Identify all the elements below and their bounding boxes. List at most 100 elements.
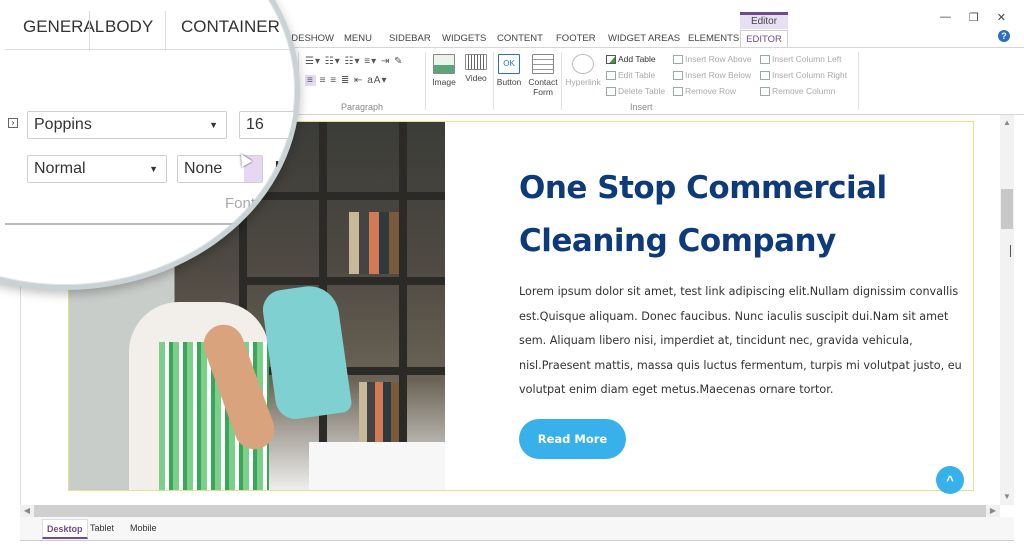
window-controls: — ❐ ✕ [940,11,1006,24]
chevron-down-icon: ▼ [209,120,218,130]
insert-image-label: Image [432,77,456,87]
remove-row-button[interactable]: Remove Row [673,86,736,96]
remove-column-button[interactable]: Remove Column [760,86,835,96]
add-table-button[interactable]: Add Table [606,54,656,64]
cursor-marker [1010,245,1011,257]
insert-hyperlink-button[interactable]: Hyperlink [563,54,603,87]
divider [561,52,562,110]
device-tab-desktop[interactable]: Desktop [42,519,88,539]
tab-editor[interactable]: EDITOR [740,30,788,47]
tab-widgets[interactable]: WIDGETS [442,30,486,47]
tab-footer[interactable]: FOOTER [556,30,596,47]
magnified-font-panel: GENERAL BODY CONTAINER Poppins ▼ 16 Norm… [5,5,295,285]
insert-contact-form-label: Contact Form [528,77,558,97]
device-tabs: Desktop Tablet Mobile [20,517,1014,541]
add-table-icon [606,54,616,64]
close-icon[interactable]: ✕ [997,11,1006,24]
font-weight-value: Normal [34,160,86,177]
read-more-button[interactable]: Read More [519,418,626,459]
magnifier-lens: GENERAL BODY CONTAINER Poppins ▼ 16 Norm… [0,0,300,290]
style-tab-body[interactable]: BODY [105,17,153,37]
tab-content[interactable]: CONTENT [497,30,543,47]
remove-row-icon [673,86,683,96]
device-tab-tablet[interactable]: Tablet [86,519,118,539]
tab-widget-areas[interactable]: WIDGET AREAS [608,30,680,47]
remove-column-icon [760,86,770,96]
divider [858,52,859,110]
restore-icon[interactable]: ❐ [969,11,979,24]
books [349,212,399,274]
scroll-left-icon[interactable]: ◀ [20,505,34,517]
help-icon[interactable]: ? [998,30,1010,42]
bullet-list-icon[interactable]: ☰▾ [305,56,321,67]
insert-column-left-icon [760,54,770,64]
chevron-down-icon: ▼ [149,164,158,174]
style-tab-general[interactable]: GENERAL [23,17,104,37]
cleaning-cloth [260,282,353,422]
button-icon: OK [498,54,520,74]
edit-table-button[interactable]: Edit Table [606,70,655,80]
remove-row-label: Remove Row [685,86,737,96]
back-to-top-icon[interactable]: ^ [936,466,964,494]
scroll-down-icon[interactable]: ▼ [1000,491,1014,503]
horizontal-scrollbar[interactable]: ◀ ▶ [20,505,1000,517]
expand-panel-icon[interactable]: › [8,118,18,128]
edit-table-icon [606,70,616,80]
globe-link-icon [572,54,594,74]
paragraph-align-tools: ≡ ≡ ≡ ≣ ⇤ aA▾ [305,75,387,86]
insert-contact-form-button[interactable]: Contact Form [527,54,559,97]
insert-button-label: Button [496,77,522,87]
insert-hyperlink-label: Hyperlink [565,77,601,87]
insert-column-left-button[interactable]: Insert Column Left [760,54,841,64]
justify-icon[interactable]: ≣ [341,75,350,86]
hero-body-text[interactable]: Lorem ipsum dolor sit amet, test link ad… [519,280,975,403]
style-tab-container[interactable]: CONTAINER [181,17,280,37]
align-right-icon[interactable]: ≡ [330,75,337,86]
scroll-thumb[interactable] [1001,189,1013,229]
paragraph-list-tools: ☰▾ ☷▾ ☷▾ ≡▾ ⇥ ✎ [305,56,404,67]
minimize-icon[interactable]: — [940,11,951,24]
shelf-post [399,122,407,490]
insert-video-label: Video [465,73,487,83]
divider [165,11,166,51]
scroll-right-icon[interactable]: ▶ [986,505,1000,517]
font-family-select[interactable]: Poppins ▼ [27,111,227,139]
add-table-label: Add Table [618,54,656,64]
scroll-up-icon[interactable]: ▲ [1000,117,1014,129]
underline-button[interactable]: U [275,159,287,177]
indent-icon[interactable]: ⇥ [381,56,390,67]
tab-menu[interactable]: MENU [344,30,372,47]
highlight-pen-icon[interactable]: ✎ [394,56,403,67]
align-left-icon[interactable]: ≡ [305,75,316,86]
insert-button-button[interactable]: OK Button [495,54,523,87]
align-center-icon[interactable]: ≡ [320,75,327,86]
delete-table-button[interactable]: Delete Table [606,86,665,96]
outdent-icon[interactable]: ⇤ [354,75,363,86]
insert-image-button[interactable]: Image [430,54,458,87]
vertical-scrollbar[interactable]: ▲ ▼ [1000,115,1014,505]
text-decoration-value: None [184,160,223,177]
insert-row-below-button[interactable]: Insert Row Below [673,70,751,80]
delete-table-label: Delete Table [618,86,666,96]
insert-column-right-button[interactable]: Insert Column Right [760,70,847,80]
tab-sidebar[interactable]: SIDEBAR [389,30,431,47]
tab-elements[interactable]: ELEMENTS [688,30,739,47]
insert-row-above-button[interactable]: Insert Row Above [673,54,752,64]
remove-column-label: Remove Column [772,86,836,96]
multilevel-list-icon[interactable]: ☷▾ [345,56,361,67]
paragraph-group-label: Paragraph [341,102,384,112]
divider [89,11,90,51]
insert-column-right-icon [760,70,770,80]
font-family-value: Poppins [34,116,92,133]
font-weight-select[interactable]: Normal ▼ [27,155,167,183]
text-case-button[interactable]: aA [367,75,381,86]
line-spacing-icon[interactable]: ≡▾ [364,56,377,67]
chevron-down-icon[interactable]: ▾ [381,75,387,86]
device-tab-mobile[interactable]: Mobile [126,519,161,539]
numbered-list-icon[interactable]: ☷▾ [325,56,341,67]
hero-headline[interactable]: One Stop Commercial Cleaning Company [519,162,975,268]
table [309,442,445,490]
insert-video-button[interactable]: Video [463,54,489,83]
font-size-input[interactable]: 16 [239,111,295,139]
divider [5,223,295,225]
